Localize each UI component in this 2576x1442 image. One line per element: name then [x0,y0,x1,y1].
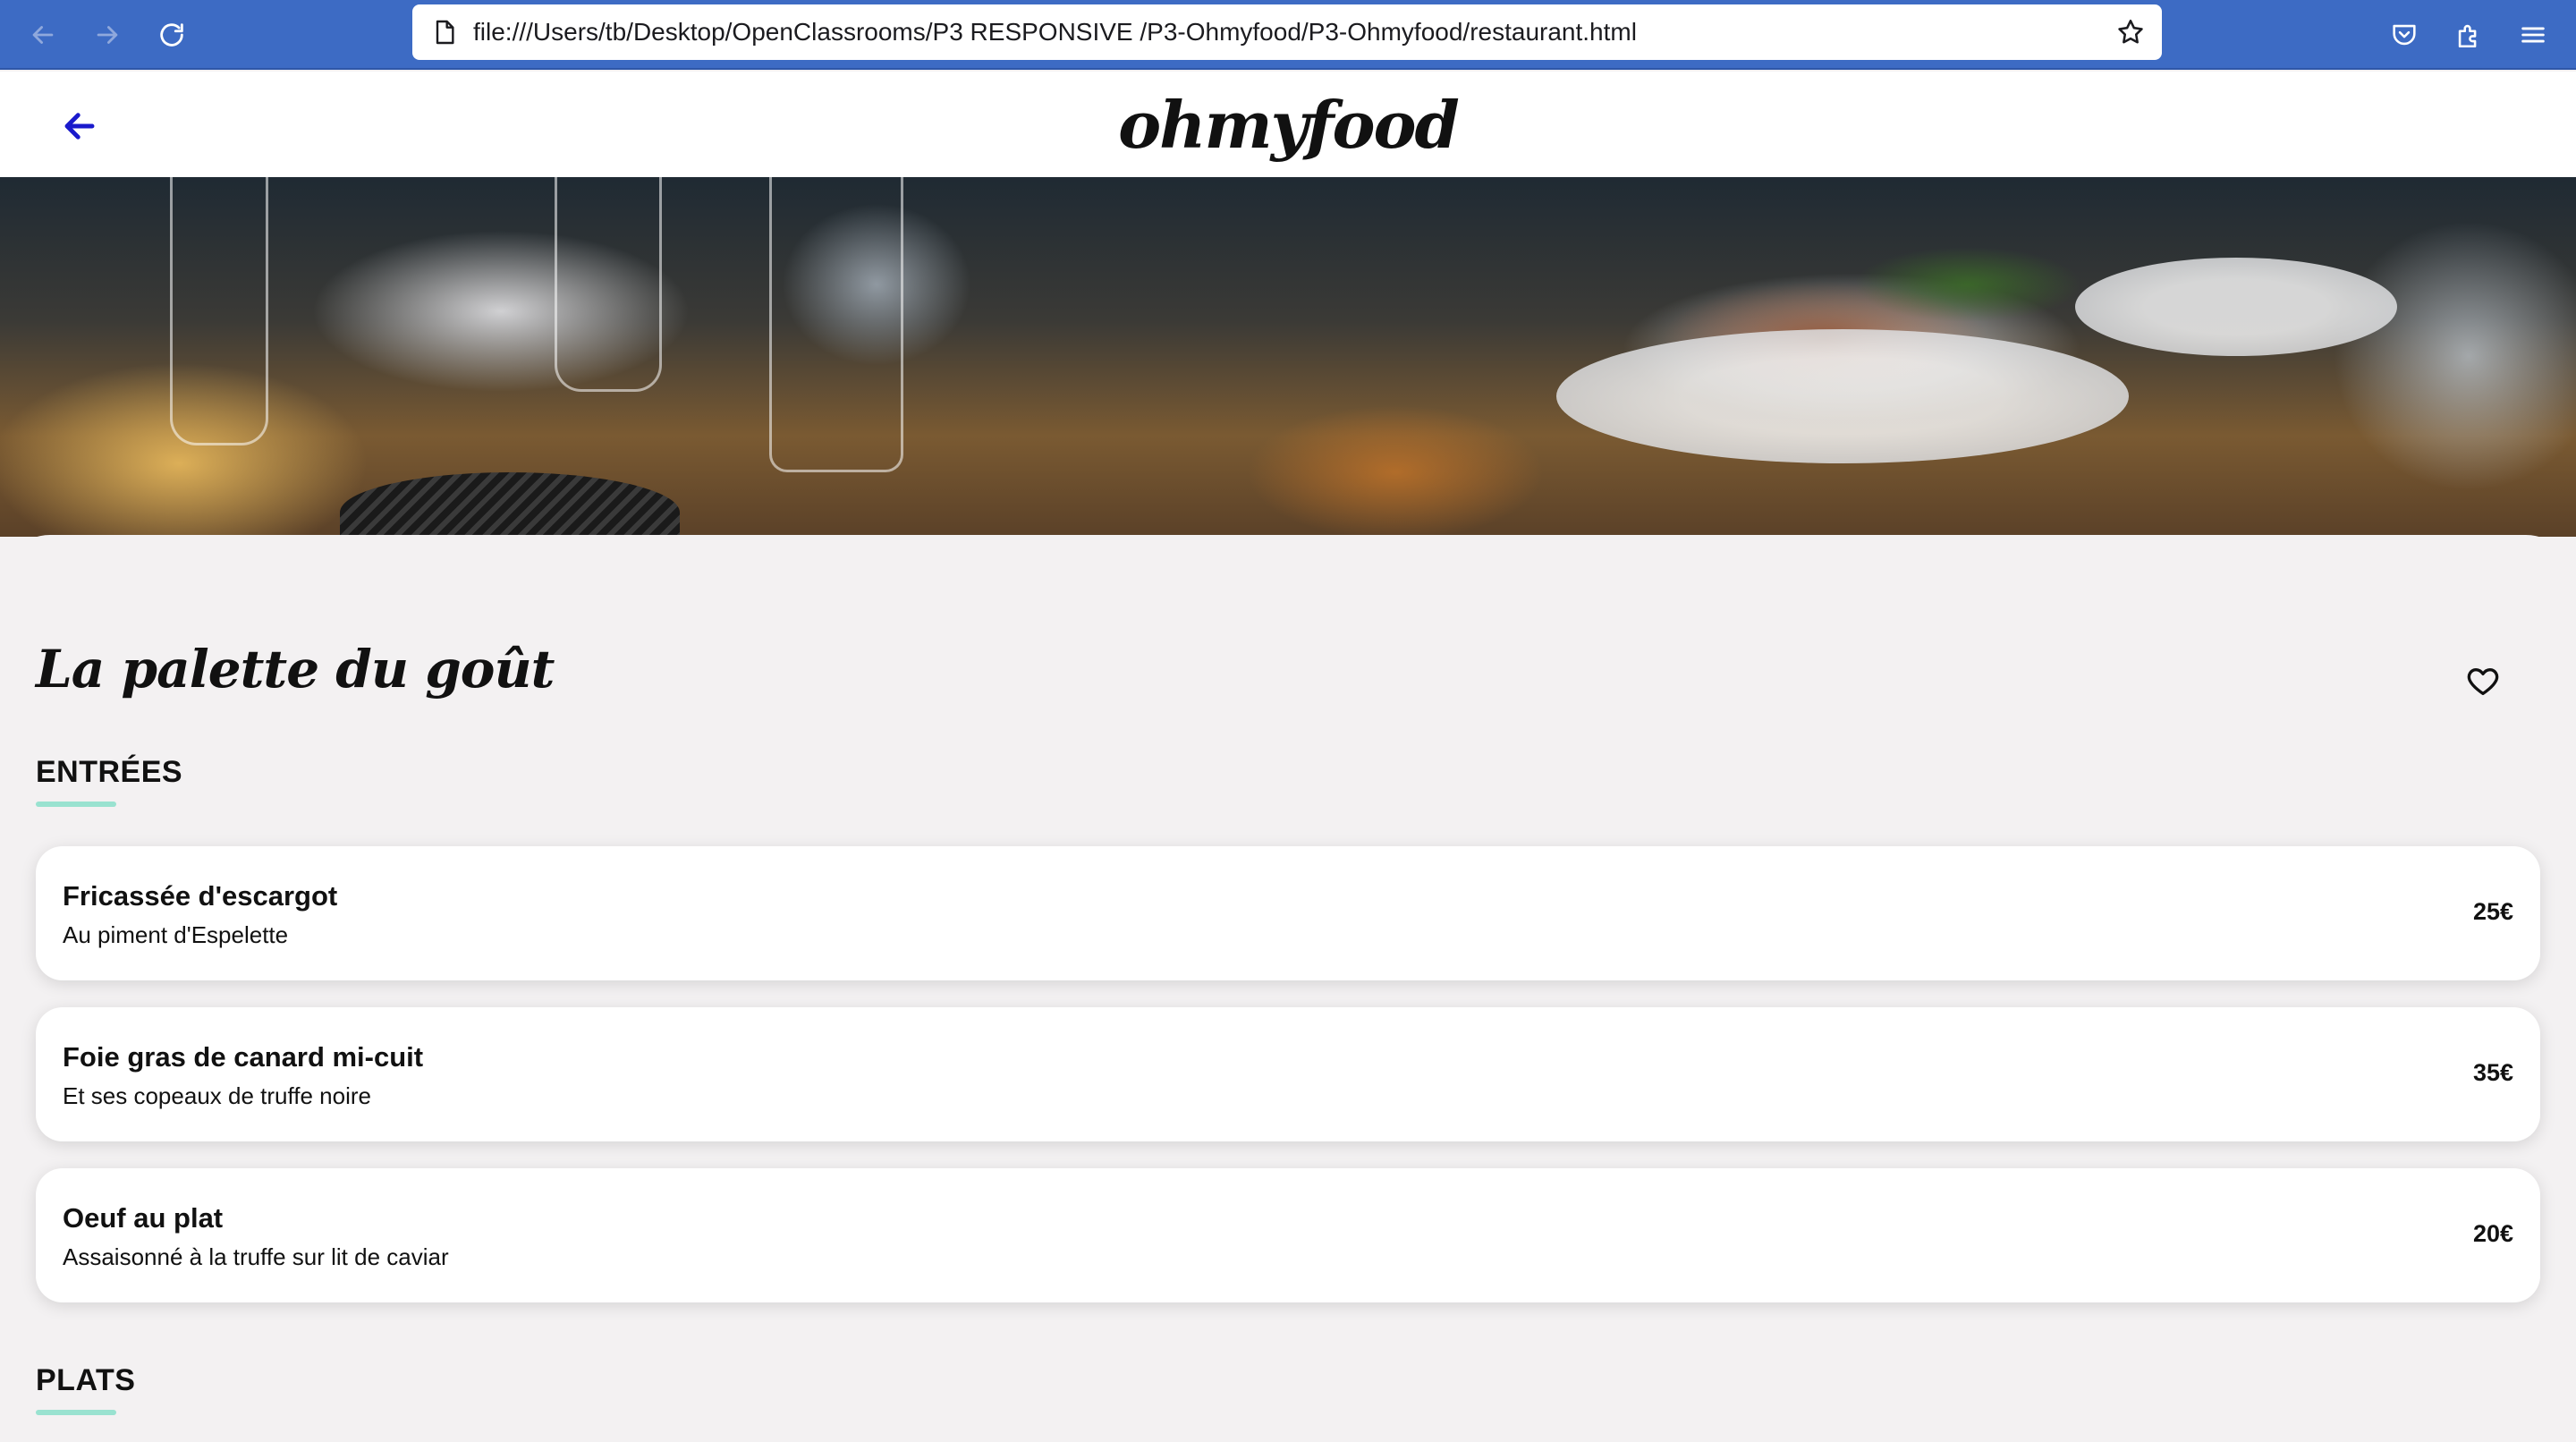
app-menu-button[interactable] [2513,15,2553,55]
dish-description: Au piment d'Espelette [63,921,289,948]
dish-price: 20€ [2472,1220,2513,1247]
glass-decoration [555,177,662,392]
extensions-button[interactable] [2449,15,2488,55]
plate-decoration [1556,329,2129,463]
restaurant-content: La palette du goût ENTRÉES Fricassée d'e… [0,535,2576,1442]
dish-description: Et ses copeaux de truffe noire [63,1082,371,1109]
dish-name: Fricassée d'escargot [63,880,338,912]
forward-icon [97,26,118,44]
reload-icon [160,23,183,47]
dish-card[interactable]: Foie gras de canard mi-cuit Et ses copea… [36,1007,2540,1141]
pocket-button[interactable] [2385,15,2424,55]
dish-description: Assaisonné à la truffe sur lit de caviar [63,1243,449,1270]
url-text[interactable]: file:///Users/tb/Desktop/OpenClassrooms/… [473,4,1637,60]
address-bar[interactable]: file:///Users/tb/Desktop/OpenClassrooms/… [412,4,2162,60]
restaurant-hero-image [0,177,2576,537]
dish-card[interactable]: Fricassée d'escargot Au piment d'Espelet… [36,846,2540,980]
dish-name: Foie gras de canard mi-cuit [63,1041,424,1073]
heart-outline-icon[interactable] [2465,664,2501,700]
dish-price: 25€ [2472,898,2513,925]
bookmark-star-icon[interactable] [2115,17,2146,47]
site-logo[interactable]: ohmyfood [0,81,2576,170]
back-icon [32,26,54,44]
page-icon [436,20,454,45]
bread-basket-decoration [340,472,680,537]
reload-button[interactable] [152,15,191,55]
section-underline [36,1410,116,1415]
site-header: ohmyfood [0,72,2576,177]
dish-price: 35€ [2472,1059,2513,1086]
dish-name: Oeuf au plat [63,1202,224,1234]
glass-decoration [769,177,903,472]
pocket-icon [2393,24,2416,46]
back-button[interactable] [23,15,63,55]
restaurant-title: La palette du goût [36,639,555,700]
browser-toolbar: file:///Users/tb/Desktop/OpenClassrooms/… [0,0,2576,70]
section-underline [36,802,116,807]
plate-decoration [2075,258,2397,356]
forward-button[interactable] [88,15,127,55]
section-title-plats: PLATS [36,1363,136,1397]
glass-decoration [170,177,268,445]
section-title-entrees: ENTRÉES [36,755,183,789]
extensions-icon [2458,24,2477,48]
dish-card[interactable]: Oeuf au plat Assaisonné à la truffe sur … [36,1168,2540,1302]
menu-icon [2521,27,2545,43]
